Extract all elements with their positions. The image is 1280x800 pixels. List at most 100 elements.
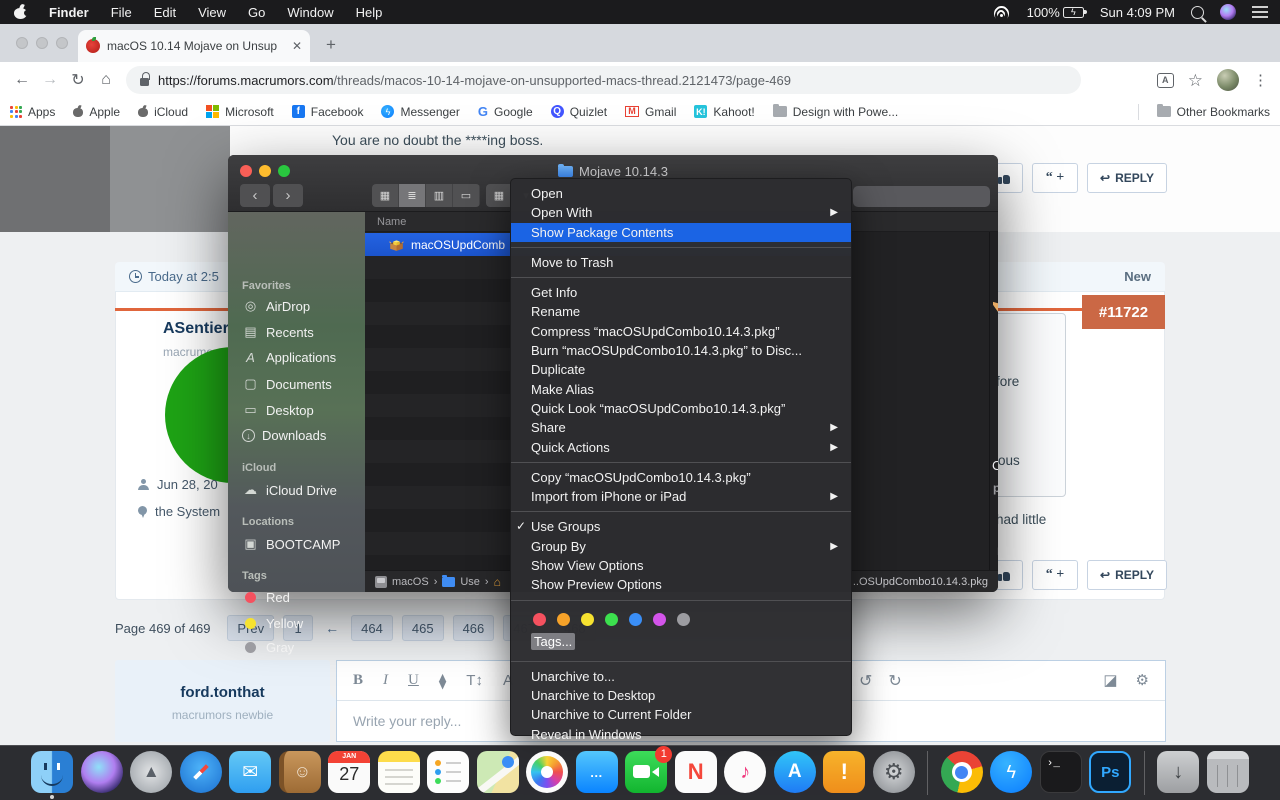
- bookmark-messenger[interactable]: ϟ Messenger: [381, 105, 460, 119]
- bookmark-icloud[interactable]: iCloud: [138, 105, 188, 119]
- purple-tag-icon[interactable]: [653, 612, 666, 626]
- back-icon[interactable]: ←: [8, 71, 36, 89]
- quote-button[interactable]: “ +: [1032, 163, 1078, 193]
- dock-item-notes[interactable]: [377, 751, 420, 793]
- more-actions-label[interactable]: More...: [997, 546, 998, 558]
- translate-icon[interactable]: A: [1156, 72, 1174, 88]
- menu-item-quick-actions[interactable]: Quick Actions ▶: [511, 438, 851, 457]
- dock-item-reminders[interactable]: [427, 751, 470, 793]
- menu-item-move-to-trash[interactable]: Move to Trash: [511, 253, 851, 272]
- finder-search-field[interactable]: [853, 186, 990, 207]
- orange-tag-icon[interactable]: [557, 612, 570, 626]
- menu-item-unarchive-to-desktop[interactable]: Unarchive to Desktop: [511, 686, 851, 705]
- browser-tab[interactable]: macOS 10.14 Mojave on Unsup ✕: [78, 30, 310, 62]
- dock-item-messenger[interactable]: ϟ: [990, 751, 1033, 793]
- dock-item-finder[interactable]: [31, 751, 74, 799]
- menu-item-unarchive-to-current-folder[interactable]: Unarchive to Current Folder: [511, 705, 851, 724]
- menu-item-rename[interactable]: Rename: [511, 302, 851, 321]
- dock-item-chrome[interactable]: [940, 751, 983, 793]
- menu-item-get-info[interactable]: Get Info: [511, 283, 851, 302]
- page-button-464[interactable]: 464: [351, 615, 393, 641]
- url-bar[interactable]: https://forums.macrumors.com/threads/mac…: [126, 66, 1081, 94]
- dock-item-siri[interactable]: [80, 751, 123, 793]
- dock-item-launchpad[interactable]: ▲: [130, 751, 173, 793]
- dock-item-mail[interactable]: ✉: [229, 751, 272, 793]
- underline-button[interactable]: U: [408, 672, 419, 689]
- dock-item-photos[interactable]: [526, 751, 569, 793]
- blue-tag-icon[interactable]: [629, 612, 642, 626]
- menubar-view[interactable]: View: [198, 5, 226, 20]
- sidebar-item-recents[interactable]: ▤ Recents: [242, 324, 313, 340]
- dock-item-safari[interactable]: [179, 751, 222, 793]
- bookmark-google[interactable]: G Google: [478, 104, 533, 119]
- sidebar-item-documents[interactable]: ▢ Documents: [242, 376, 331, 392]
- dock-item-itunes[interactable]: ♪: [724, 751, 767, 793]
- post-number-badge[interactable]: #11722: [1082, 295, 1165, 329]
- path-item-macos[interactable]: macOS: [392, 576, 429, 588]
- menubar-go[interactable]: Go: [248, 5, 265, 20]
- reply-button[interactable]: ↩ REPLY: [1087, 163, 1167, 193]
- menu-item-show-package-contents[interactable]: Show Package Contents: [511, 222, 851, 242]
- new-tab-button[interactable]: +: [326, 36, 336, 53]
- tab-close-icon[interactable]: ✕: [292, 39, 302, 53]
- reply-username[interactable]: ford.tonthat: [115, 684, 330, 701]
- gray-tag-icon[interactable]: [677, 612, 690, 626]
- reply-button[interactable]: ↩ REPLY: [1087, 560, 1167, 590]
- menu-item-show-preview-options[interactable]: Show Preview Options: [511, 575, 851, 594]
- menu-item-group-by[interactable]: Group By ▶: [511, 537, 851, 556]
- menu-item-quick-look[interactable]: Quick Look “macOSUpdCombo10.14.3.pkg”: [511, 399, 851, 418]
- dock-item-system-preferences[interactable]: ⚙: [872, 751, 915, 793]
- menu-item-use-groups[interactable]: ✓ Use Groups: [511, 517, 851, 536]
- menu-item-unarchive-to[interactable]: Unarchive to...: [511, 667, 851, 686]
- bookmark-quizlet[interactable]: Q Quizlet: [550, 105, 607, 119]
- bookmark-apps[interactable]: Apps: [10, 105, 55, 119]
- italic-button[interactable]: I: [383, 672, 388, 689]
- post-author[interactable]: ASentier: [163, 320, 229, 338]
- page-ellipsis-arrow[interactable]: ←: [322, 620, 342, 636]
- menubar-clock[interactable]: Sun 4:09 PM: [1100, 5, 1175, 20]
- red-tag-icon[interactable]: [533, 612, 546, 626]
- sidebar-tag-red[interactable]: Red: [242, 590, 290, 605]
- menu-item-compress[interactable]: Compress “macOSUpdCombo10.14.3.pkg”: [511, 322, 851, 341]
- dock-item-maps[interactable]: [476, 751, 519, 793]
- dock-item-news[interactable]: N: [674, 751, 717, 793]
- dock-item-facetime[interactable]: 1: [625, 746, 673, 793]
- bold-button[interactable]: B: [353, 672, 363, 689]
- menubar-window[interactable]: Window: [287, 5, 333, 20]
- view-mode-switcher[interactable]: ▦ ≣ ▥ ▭: [372, 184, 480, 207]
- menu-item-tags[interactable]: Tags...: [511, 632, 851, 656]
- spotlight-icon[interactable]: [1191, 5, 1204, 19]
- menu-item-burn[interactable]: Burn “macOSUpdCombo10.14.3.pkg” to Disc.…: [511, 341, 851, 360]
- sidebar-item-downloads[interactable]: ↓ Downloads: [242, 428, 326, 443]
- page-button-465[interactable]: 465: [401, 615, 444, 641]
- sidebar-tag-yellow[interactable]: Yellow: [242, 616, 303, 631]
- reload-icon[interactable]: ↻: [64, 70, 92, 90]
- drafts-icon[interactable]: ◪: [1103, 671, 1117, 689]
- other-bookmarks[interactable]: Other Bookmarks: [1156, 103, 1270, 119]
- menubar-edit[interactable]: Edit: [154, 5, 176, 20]
- dock-item-messages[interactable]: …: [575, 751, 618, 793]
- menu-item-open[interactable]: Open: [511, 184, 851, 203]
- column-view-icon[interactable]: ▥: [426, 184, 453, 207]
- dock-item-calendar[interactable]: JAN 27: [328, 751, 371, 793]
- forward-icon[interactable]: →: [36, 71, 64, 89]
- green-tag-icon[interactable]: [605, 612, 618, 626]
- post-timestamp[interactable]: Today at 2:5: [148, 269, 219, 284]
- sidebar-tag-gray[interactable]: Gray: [242, 640, 294, 655]
- editor-tools-icon[interactable]: ⚙: [1136, 671, 1149, 689]
- bookmark-apple[interactable]: Apple: [73, 105, 120, 119]
- icon-view-icon[interactable]: ▦: [372, 184, 399, 207]
- wifi-icon[interactable]: [993, 5, 1011, 19]
- menu-item-make-alias[interactable]: Make Alias: [511, 380, 851, 399]
- bookmark-star-icon[interactable]: ☆: [1188, 72, 1203, 89]
- menubar-file[interactable]: File: [111, 5, 132, 20]
- menubar-help[interactable]: Help: [356, 5, 383, 20]
- menu-item-share[interactable]: Share ▶: [511, 418, 851, 437]
- quote-button[interactable]: “ +: [1032, 560, 1078, 590]
- menu-item-copy[interactable]: Copy “macOSUpdCombo10.14.3.pkg”: [511, 468, 851, 487]
- browser-traffic-lights[interactable]: [16, 37, 68, 49]
- notification-center-icon[interactable]: [1252, 6, 1268, 18]
- dock-item-photoshop[interactable]: Ps: [1089, 751, 1132, 793]
- home-icon[interactable]: ⌂: [92, 71, 120, 89]
- dock-item-downloads-stack[interactable]: ↓: [1157, 751, 1200, 793]
